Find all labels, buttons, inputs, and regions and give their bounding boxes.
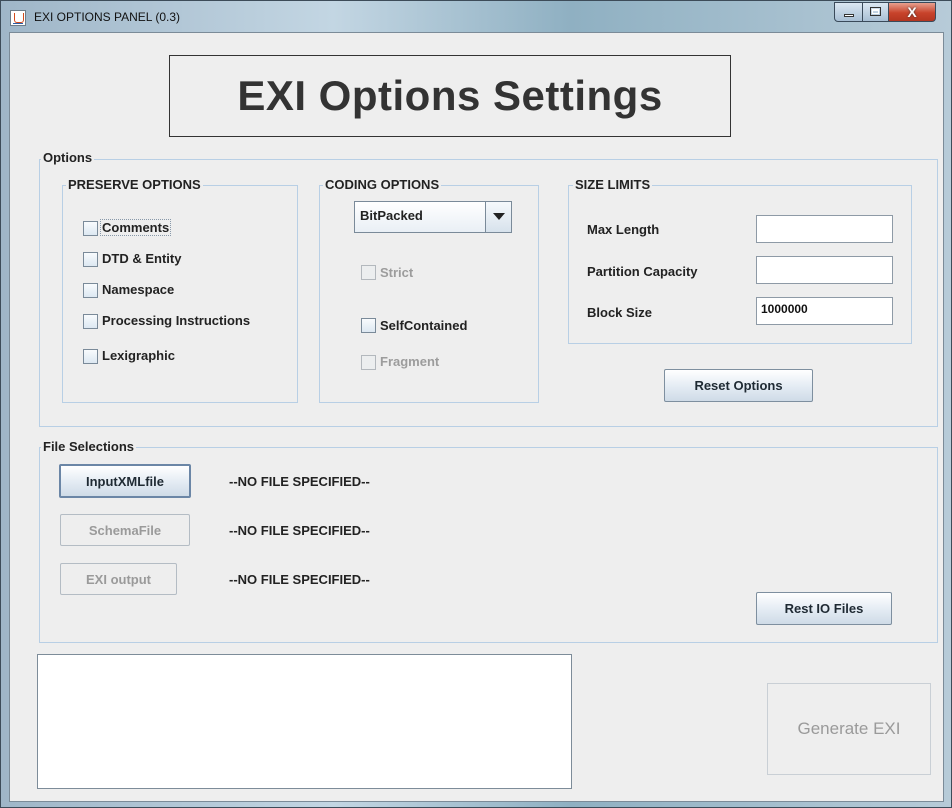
chevron-down-icon[interactable] bbox=[485, 202, 511, 232]
file-selections-legend: File Selections bbox=[41, 439, 137, 454]
block-size-label: Block Size bbox=[587, 305, 653, 320]
options-legend: Options bbox=[41, 150, 95, 165]
input-xml-file-button[interactable]: InputXMLfile bbox=[59, 464, 191, 498]
java-icon[interactable] bbox=[10, 10, 26, 26]
title-bar[interactable]: EXI OPTIONS PANEL (0.3) X bbox=[1, 1, 951, 33]
selfcontained-checkbox[interactable] bbox=[361, 318, 376, 333]
schema-file-status: --NO FILE SPECIFIED-- bbox=[229, 523, 370, 538]
close-icon: X bbox=[907, 4, 917, 20]
reset-options-button[interactable]: Reset Options bbox=[664, 369, 813, 402]
app-window: EXI OPTIONS PANEL (0.3) X EXI Options Se… bbox=[0, 0, 952, 808]
output-file-status: --NO FILE SPECIFIED-- bbox=[229, 572, 370, 587]
preserve-options-legend: PRESERVE OPTIONS bbox=[66, 177, 203, 192]
partition-capacity-field[interactable] bbox=[756, 256, 893, 284]
schema-file-button[interactable]: SchemaFile bbox=[60, 514, 190, 546]
coding-mode-value: BitPacked bbox=[360, 208, 423, 223]
generate-exi-button[interactable]: Generate EXI bbox=[767, 683, 931, 775]
input-file-status: --NO FILE SPECIFIED-- bbox=[229, 474, 370, 489]
coding-mode-dropdown[interactable]: BitPacked bbox=[354, 201, 512, 233]
lexigraphic-checkbox[interactable] bbox=[83, 349, 98, 364]
processing-instructions-label[interactable]: Processing Instructions bbox=[102, 313, 250, 328]
maximize-button[interactable] bbox=[862, 2, 889, 22]
close-button[interactable]: X bbox=[888, 2, 936, 22]
partition-capacity-label: Partition Capacity bbox=[587, 264, 698, 279]
coding-options-legend: CODING OPTIONS bbox=[323, 177, 442, 192]
exi-output-button[interactable]: EXI output bbox=[60, 563, 177, 595]
size-limits-legend: SIZE LIMITS bbox=[573, 177, 653, 192]
header-box: EXI Options Settings bbox=[169, 55, 731, 137]
max-length-field[interactable] bbox=[756, 215, 893, 243]
minimize-icon bbox=[844, 14, 854, 17]
fragment-checkbox[interactable] bbox=[361, 355, 376, 370]
strict-checkbox[interactable] bbox=[361, 265, 376, 280]
namespace-label[interactable]: Namespace bbox=[102, 282, 174, 297]
comments-label[interactable]: Comments bbox=[100, 219, 172, 236]
comments-checkbox[interactable] bbox=[83, 221, 98, 236]
reset-io-files-button[interactable]: Rest IO Files bbox=[756, 592, 892, 625]
minimize-button[interactable] bbox=[834, 2, 863, 22]
dtd-entity-checkbox[interactable] bbox=[83, 252, 98, 267]
page-title: EXI Options Settings bbox=[237, 72, 663, 119]
client-area: EXI Options Settings Options PRESERVE OP… bbox=[9, 32, 944, 802]
dtd-entity-label[interactable]: DTD & Entity bbox=[102, 251, 181, 266]
log-text-area[interactable] bbox=[37, 654, 572, 789]
maximize-icon bbox=[870, 7, 881, 16]
lexigraphic-label[interactable]: Lexigraphic bbox=[102, 348, 175, 363]
window-title: EXI OPTIONS PANEL (0.3) bbox=[34, 10, 181, 24]
strict-label[interactable]: Strict bbox=[380, 265, 413, 280]
selfcontained-label[interactable]: SelfContained bbox=[380, 318, 467, 333]
max-length-label: Max Length bbox=[587, 222, 660, 237]
namespace-checkbox[interactable] bbox=[83, 283, 98, 298]
processing-instructions-checkbox[interactable] bbox=[83, 314, 98, 329]
fragment-label[interactable]: Fragment bbox=[380, 354, 439, 369]
block-size-field[interactable]: 1000000 bbox=[756, 297, 893, 325]
